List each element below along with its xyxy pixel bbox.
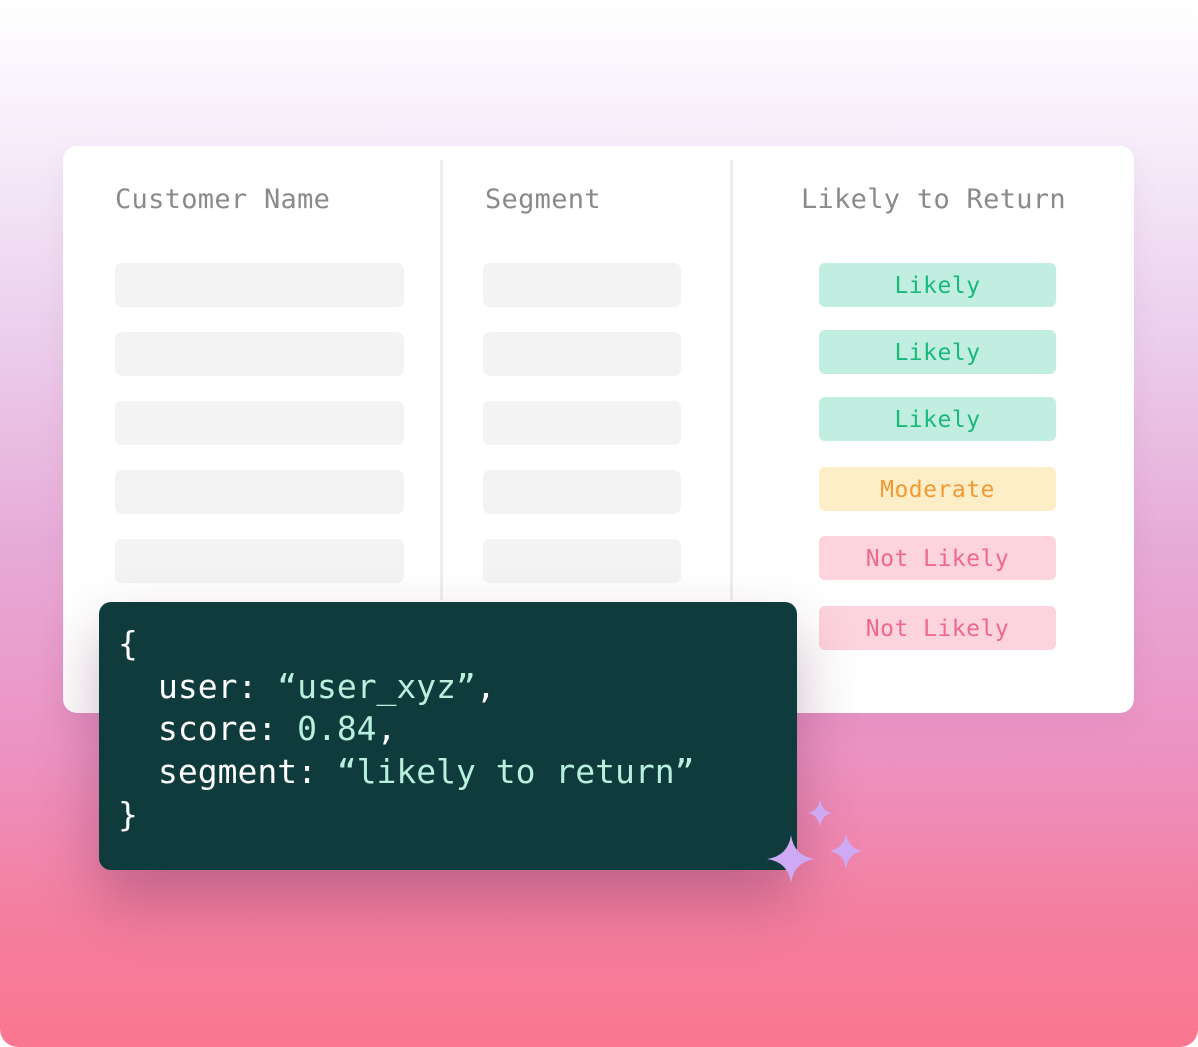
code-punct: , — [475, 667, 496, 706]
code-string-value: “user_xyz” — [277, 667, 476, 706]
status-badge: Not Likely — [819, 606, 1056, 650]
status-badge: Moderate — [819, 467, 1056, 511]
background: Customer Name Segment Likely to Return L… — [0, 0, 1198, 1047]
code-number-value: 0.84 — [297, 709, 377, 748]
code-close-brace: } — [118, 795, 138, 834]
segment-placeholder — [483, 332, 681, 376]
code-punct: , — [376, 709, 397, 748]
status-badge: Likely — [819, 397, 1056, 441]
sparkles-icon — [767, 799, 862, 883]
segment-placeholder — [483, 263, 681, 307]
code-string-value: “likely to return” — [336, 752, 695, 791]
column-divider — [730, 160, 733, 600]
sparkle-large — [767, 835, 815, 883]
header-likely-to-return: Likely to Return — [801, 184, 1066, 215]
code-line-score: score: 0.84, — [158, 709, 396, 748]
segment-placeholder — [483, 401, 681, 445]
json-code-block: { user: “user_xyz”, score: 0.84, segment… — [99, 602, 797, 870]
code-key: score: — [158, 709, 298, 748]
sparkle-medium — [830, 833, 862, 869]
customer-name-placeholder — [115, 470, 404, 514]
column-divider — [440, 160, 443, 600]
code-open-brace: { — [118, 624, 138, 663]
code-line-user: user: “user_xyz”, — [158, 667, 496, 706]
code-line-segment: segment: “likely to return” — [158, 752, 694, 791]
header-segment: Segment — [485, 184, 601, 215]
code-key: user: — [158, 667, 278, 706]
sparkle-small — [808, 799, 832, 827]
segment-placeholder — [483, 539, 681, 583]
segment-placeholder — [483, 470, 681, 514]
status-badge: Not Likely — [819, 536, 1056, 580]
code-key: segment: — [158, 752, 337, 791]
customer-name-placeholder — [115, 263, 404, 307]
status-badge: Likely — [819, 263, 1056, 307]
status-badge: Likely — [819, 330, 1056, 374]
customer-name-placeholder — [115, 539, 404, 583]
customer-name-placeholder — [115, 401, 404, 445]
customer-name-placeholder — [115, 332, 404, 376]
header-customer-name: Customer Name — [115, 184, 331, 215]
